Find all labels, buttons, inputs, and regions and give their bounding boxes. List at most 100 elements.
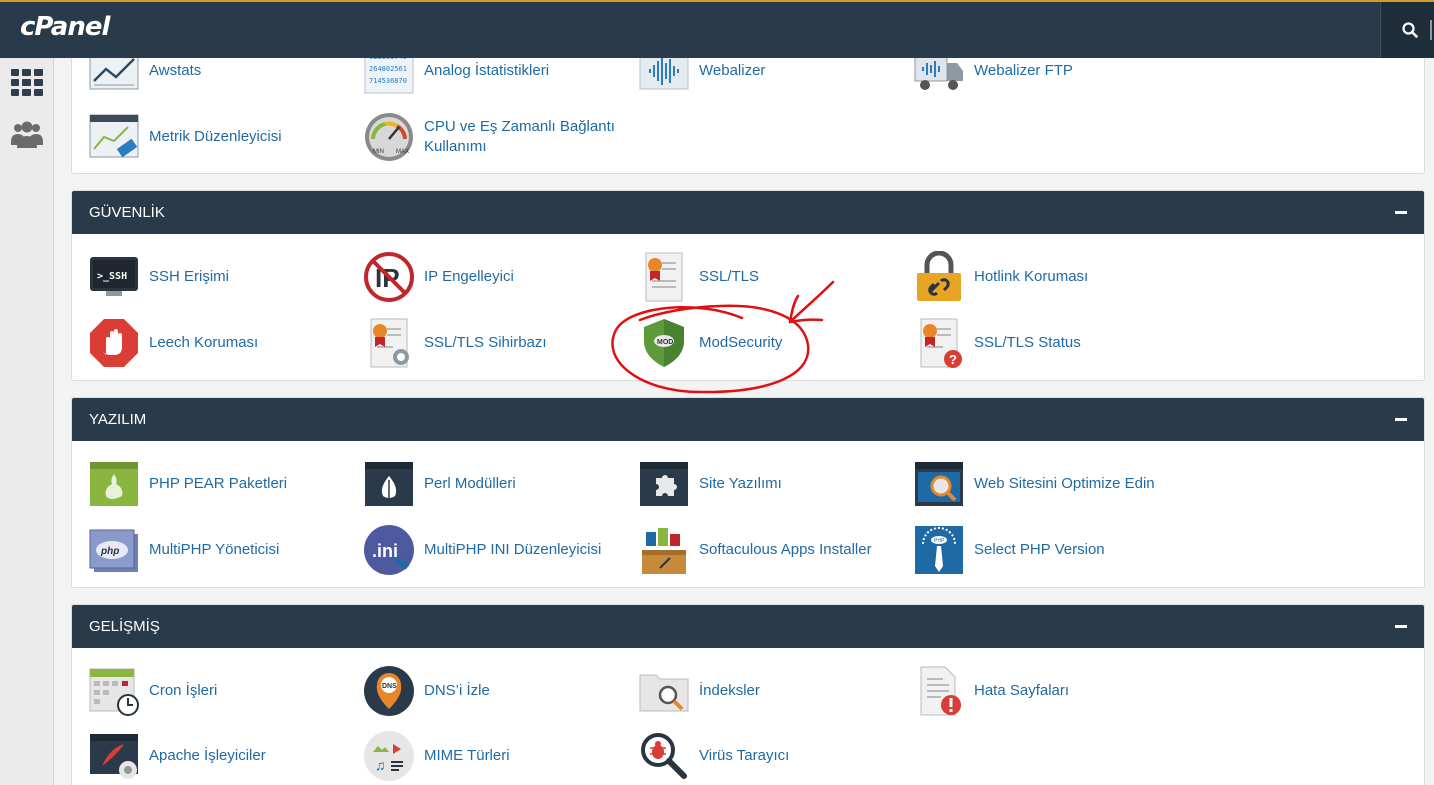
modsecurity-shield-icon: MOD	[637, 316, 691, 370]
ip-blocker-label: IP Engelleyici	[424, 268, 514, 285]
indexes-folder-icon	[637, 664, 691, 718]
webalizer-ftp-icon	[912, 58, 966, 98]
leech-item[interactable]: Leech Koruması	[87, 316, 379, 370]
apache-handlers-item[interactable]: Apache İşleyiciler	[87, 729, 379, 783]
ssh-access-item[interactable]: >_SSH SSH Erişimi	[87, 250, 379, 304]
multiphp-manager-item[interactable]: php MultiPHP Yöneticisi	[87, 523, 379, 577]
metric-editor-item[interactable]: Metrik Düzenleyicisi	[87, 110, 379, 164]
multiphp-ini-label: MultiPHP INI Düzenleyicisi	[424, 541, 602, 558]
ssl-wizard-label: SSL/TLS Sihirbazı	[424, 334, 547, 351]
cpanel-logo[interactable]: cPanel	[20, 12, 110, 42]
cpu-usage-item[interactable]: MIN MAX CPU ve Eş Zamanlı Bağlantı Kullan…	[362, 110, 654, 164]
ssl-wizard-item[interactable]: SSL/TLS Sihirbazı	[362, 316, 654, 370]
cron-jobs-label: Cron İşleri	[149, 682, 218, 699]
advanced-title: GELİŞMİŞ	[89, 618, 160, 635]
webalizer-item[interactable]: Webalizer	[637, 58, 929, 98]
cpu-usage-label: CPU ve Eş Zamanlı Bağlantı Kullanımı	[424, 118, 615, 155]
hotlink-item[interactable]: Hotlink Koruması	[912, 250, 1204, 304]
site-software-item[interactable]: Site Yazılımı	[637, 457, 929, 511]
ini-editor-icon: .ini	[362, 523, 416, 577]
svg-text:♫: ♫	[375, 757, 386, 773]
select-php-label: Select PHP Version	[974, 541, 1105, 558]
awstats-label: Awstats	[149, 62, 202, 79]
indexes-label: İndeksler	[699, 682, 760, 699]
ip-blocker-item[interactable]: IP IP Engelleyici	[362, 250, 654, 304]
users-icon[interactable]	[10, 118, 44, 152]
svg-text:023689746: 023689746	[369, 58, 407, 61]
webalizer-ftp-item[interactable]: Webalizer FTP	[912, 58, 1204, 98]
webalizer-label: Webalizer	[699, 62, 766, 79]
dns-pin-icon: DNS	[362, 664, 416, 718]
awstats-item[interactable]: Awstats	[87, 58, 379, 98]
software-title: YAZILIM	[89, 411, 147, 428]
collapse-icon[interactable]	[1395, 211, 1407, 214]
ssl-status-item[interactable]: ? SSL/TLS Status	[912, 316, 1204, 370]
error-pages-item[interactable]: Hata Sayfaları	[912, 664, 1204, 718]
grid-icon[interactable]	[10, 66, 44, 100]
metric-editor-icon	[87, 110, 141, 164]
svg-text:MAX: MAX	[396, 149, 409, 155]
indexes-item[interactable]: İndeksler	[637, 664, 929, 718]
leech-hand-icon	[87, 316, 141, 370]
virus-scanner-label: Virüs Tarayıcı	[699, 747, 790, 764]
security-header[interactable]: GÜVENLİK	[72, 191, 1424, 234]
analog-stats-item[interactable]: 023689746 264802561 714536870 Analog İstat…	[362, 58, 654, 98]
svg-text:DNS: DNS	[382, 683, 397, 690]
virus-scanner-item[interactable]: Virüs Tarayıcı	[637, 729, 929, 783]
collapse-icon[interactable]	[1395, 418, 1407, 421]
leech-label: Leech Koruması	[149, 334, 259, 351]
search-icon	[1402, 22, 1418, 38]
softaculous-label: Softaculous Apps Installer	[699, 541, 872, 558]
perl-modules-label: Perl Modülleri	[424, 475, 516, 492]
dns-track-item[interactable]: DNS DNS’i İzle	[362, 664, 654, 718]
site-software-label: Site Yazılımı	[699, 475, 782, 492]
svg-text:MOD: MOD	[657, 339, 673, 346]
mime-types-item[interactable]: ♫ MIME Türleri	[362, 729, 654, 783]
softaculous-icon	[637, 523, 691, 577]
svg-text:>_SSH: >_SSH	[97, 271, 127, 282]
optimize-website-item[interactable]: Web Sitesini Optimize Edin	[912, 457, 1204, 511]
analog-stats-icon: 023689746 264802561 714536870	[362, 58, 416, 98]
analog-stats-label: Analog İstatistikleri	[424, 62, 550, 79]
php-pear-item[interactable]: PHP PEAR Paketleri	[87, 457, 379, 511]
php-pear-label: PHP PEAR Paketleri	[149, 475, 288, 492]
ssl-tls-item[interactable]: SSL/TLS	[637, 250, 929, 304]
webalizer-icon	[637, 58, 691, 98]
multiphp-manager-icon: php	[87, 523, 141, 577]
security-title: GÜVENLİK	[89, 204, 165, 221]
cron-jobs-item[interactable]: Cron İşleri	[87, 664, 379, 718]
ssl-tls-label: SSL/TLS	[699, 268, 760, 285]
perl-onion-icon	[362, 457, 416, 511]
svg-text:714536870: 714536870	[369, 77, 407, 85]
softaculous-item[interactable]: Softaculous Apps Installer	[637, 523, 929, 577]
multiphp-ini-item[interactable]: .ini MultiPHP INI Düzenleyicisi	[362, 523, 654, 577]
optimize-icon	[912, 457, 966, 511]
select-php-item[interactable]: PHP Select PHP Version	[912, 523, 1204, 577]
multiphp-manager-label: MultiPHP Yöneticisi	[149, 541, 280, 558]
modsecurity-item[interactable]: MOD ModSecurity	[637, 316, 929, 370]
cron-calendar-icon	[87, 664, 141, 718]
svg-text:MIN: MIN	[373, 149, 384, 155]
hotlink-lock-icon	[912, 250, 966, 304]
advanced-panel: GELİŞMİŞ Cron İşleri DNS DNS’i İzle İnde…	[71, 604, 1425, 785]
metrics-panel: Awstats 023689746 264802561 714536870 Anal…	[71, 58, 1425, 174]
software-panel: YAZILIM PHP PEAR Paketleri Perl Modüller…	[71, 397, 1425, 588]
ssl-certificate-icon	[637, 250, 691, 304]
svg-text:.ini: .ini	[372, 541, 398, 561]
error-pages-label: Hata Sayfaları	[974, 682, 1070, 699]
ssl-wizard-icon	[362, 316, 416, 370]
collapse-icon[interactable]	[1395, 625, 1407, 628]
mime-types-label: MIME Türleri	[424, 747, 510, 764]
svg-text:264802561: 264802561	[369, 65, 407, 73]
advanced-header[interactable]: GELİŞMİŞ	[72, 605, 1424, 648]
top-navbar: cPanel	[0, 0, 1434, 58]
software-header[interactable]: YAZILIM	[72, 398, 1424, 441]
metric-editor-label: Metrik Düzenleyicisi	[149, 128, 282, 145]
virus-scanner-icon	[637, 729, 691, 783]
awstats-icon	[87, 58, 141, 98]
perl-modules-item[interactable]: Perl Modülleri	[362, 457, 654, 511]
modsecurity-label: ModSecurity	[699, 334, 783, 351]
svg-text:php: php	[100, 546, 119, 557]
hotlink-label: Hotlink Koruması	[974, 268, 1089, 285]
search-button[interactable]	[1380, 2, 1434, 58]
